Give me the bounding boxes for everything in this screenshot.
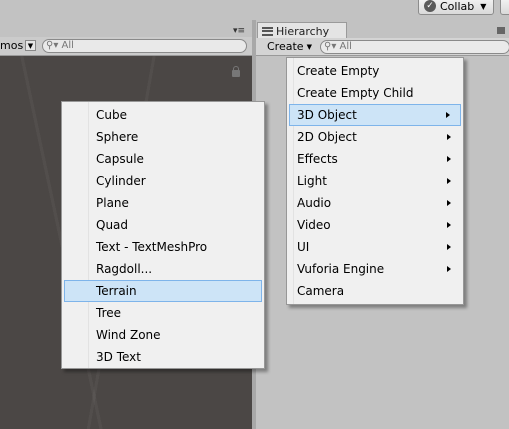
menu-item-video[interactable]: Video: [289, 214, 461, 236]
menu-item-vuforia-engine[interactable]: Vuforia Engine: [289, 258, 461, 280]
menu-item-label: Light: [297, 174, 327, 188]
submenu-item-cube[interactable]: Cube: [64, 104, 262, 126]
gizmos-button[interactable]: mos: [0, 39, 23, 52]
submenu-item-label: Text - TextMeshPro: [96, 240, 208, 254]
chevron-right-icon: [447, 222, 451, 228]
hierarchy-lock-icon[interactable]: [497, 27, 505, 34]
chevron-right-icon: [447, 134, 451, 140]
submenu-item-wind-zone[interactable]: Wind Zone: [64, 324, 262, 346]
submenu-item-label: Wind Zone: [96, 328, 161, 342]
submenu-item-sphere[interactable]: Sphere: [64, 126, 262, 148]
menu-item-label: Video: [297, 218, 331, 232]
chevron-right-icon: [447, 156, 451, 162]
menu-item-label: Create Empty: [297, 64, 380, 78]
submenu-item-label: Terrain: [96, 284, 137, 298]
menu-item-3d-object[interactable]: 3D Object: [289, 104, 461, 126]
menu-item-label: 2D Object: [297, 130, 357, 144]
menu-item-label: Audio: [297, 196, 332, 210]
lock-icon[interactable]: [232, 66, 240, 77]
menu-item-label: Effects: [297, 152, 338, 166]
tab-menu-icon[interactable]: ▾≡: [233, 26, 245, 36]
3d-object-submenu: Cube Sphere Capsule Cylinder Plane Quad Text -…: [61, 101, 265, 369]
submenu-item-label: Tree: [96, 306, 122, 320]
chevron-down-icon: ▼: [306, 42, 312, 51]
submenu-item-text-textmeshpro[interactable]: Text - TextMeshPro: [64, 236, 262, 258]
submenu-item-label: 3D Text: [96, 350, 141, 364]
search-icon: ⚲▾: [46, 40, 59, 51]
create-label: Create: [267, 40, 304, 53]
scene-search-input[interactable]: ⚲▾ All: [42, 39, 247, 53]
menu-item-label: Camera: [297, 284, 345, 298]
hierarchy-icon: [262, 26, 273, 36]
submenu-item-label: Plane: [96, 196, 129, 210]
scene-search-placeholder: All: [61, 40, 74, 51]
gizmos-dropdown-icon[interactable]: ▼: [25, 40, 36, 51]
chevron-right-icon: [447, 266, 451, 272]
menu-item-label: UI: [297, 240, 310, 254]
submenu-item-label: Capsule: [96, 152, 144, 166]
submenu-item-ragdoll[interactable]: Ragdoll...: [64, 258, 262, 280]
create-dropdown-button[interactable]: Create ▼: [264, 39, 312, 54]
menu-item-audio[interactable]: Audio: [289, 192, 461, 214]
tab-hierarchy[interactable]: Hierarchy: [257, 22, 347, 39]
chevron-down-icon: ▼: [480, 1, 487, 11]
menu-item-effects[interactable]: Effects: [289, 148, 461, 170]
submenu-item-quad[interactable]: Quad: [64, 214, 262, 236]
submenu-item-label: Quad: [96, 218, 129, 232]
chevron-right-icon: [447, 178, 451, 184]
menu-item-2d-object[interactable]: 2D Object: [289, 126, 461, 148]
submenu-item-label: Cylinder: [96, 174, 146, 188]
collab-label: Collab: [440, 0, 475, 13]
submenu-item-tree[interactable]: Tree: [64, 302, 262, 324]
submenu-item-label: Ragdoll...: [96, 262, 153, 276]
menu-item-ui[interactable]: UI: [289, 236, 461, 258]
menu-item-label: Create Empty Child: [297, 86, 414, 100]
account-button[interactable]: [500, 0, 509, 15]
hierarchy-toolbar: Create ▼ ⚲▾ All: [256, 38, 509, 56]
menu-item-light[interactable]: Light: [289, 170, 461, 192]
collab-button[interactable]: ✓ Collab ▼: [418, 0, 494, 15]
chevron-right-icon: [447, 244, 451, 250]
create-menu: Create Empty Create Empty Child 3D Object 2…: [286, 57, 464, 305]
checkmark-icon: ✓: [424, 0, 436, 12]
menu-item-create-empty-child[interactable]: Create Empty Child: [289, 82, 461, 104]
chevron-right-icon: [446, 112, 450, 118]
hierarchy-search-input[interactable]: ⚲▾ All: [320, 40, 509, 54]
submenu-item-label: Cube: [96, 108, 127, 122]
scene-toolbar: mos ▼ ⚲▾ All: [0, 37, 252, 56]
submenu-item-plane[interactable]: Plane: [64, 192, 262, 214]
tab-hierarchy-label: Hierarchy: [276, 24, 330, 38]
menu-item-create-empty[interactable]: Create Empty: [289, 60, 461, 82]
chevron-right-icon: [447, 200, 451, 206]
submenu-item-3d-text[interactable]: 3D Text: [64, 346, 262, 368]
submenu-item-capsule[interactable]: Capsule: [64, 148, 262, 170]
menu-item-label: Vuforia Engine: [297, 262, 385, 276]
menu-item-label: 3D Object: [297, 108, 357, 122]
top-toolbar: ✓ Collab ▼: [0, 0, 509, 20]
submenu-item-label: Sphere: [96, 130, 139, 144]
submenu-item-cylinder[interactable]: Cylinder: [64, 170, 262, 192]
hierarchy-search-placeholder: All: [339, 41, 352, 52]
menu-item-camera[interactable]: Camera: [289, 280, 461, 302]
search-icon: ⚲▾: [324, 41, 337, 52]
submenu-item-terrain[interactable]: Terrain: [64, 280, 262, 302]
